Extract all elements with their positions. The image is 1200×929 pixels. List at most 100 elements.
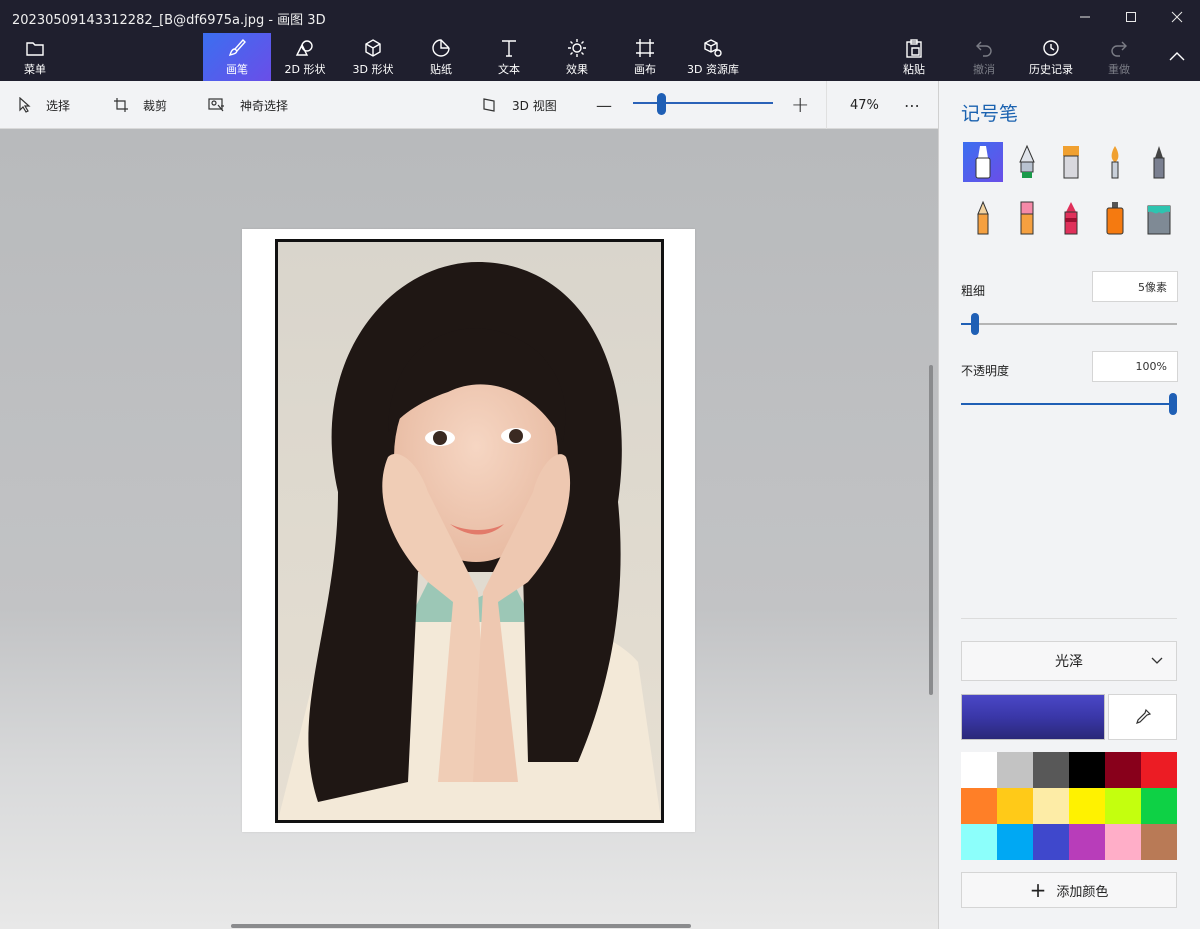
palette-color-swatch[interactable] xyxy=(1069,788,1105,824)
tool-stickers[interactable]: 贴纸 xyxy=(407,33,475,81)
color-palette xyxy=(961,752,1177,860)
add-color-label: 添加颜色 xyxy=(1056,884,1109,900)
tool-effects[interactable]: 效果 xyxy=(543,33,611,81)
palette-color-swatch[interactable] xyxy=(1105,788,1141,824)
brush-eraser[interactable] xyxy=(1007,198,1047,238)
3d-view-button[interactable]: 3D 视图 xyxy=(482,81,557,129)
tool-label: 效果 xyxy=(566,62,588,76)
3d-view-label: 3D 视图 xyxy=(512,98,557,113)
palette-color-swatch[interactable] xyxy=(1141,824,1177,860)
palette-color-swatch[interactable] xyxy=(997,824,1033,860)
thickness-slider-thumb[interactable] xyxy=(971,313,980,335)
canvas-area[interactable] xyxy=(0,129,938,929)
crop-button[interactable]: 裁剪 xyxy=(113,81,167,129)
select-button[interactable]: 选择 xyxy=(18,81,70,129)
spray-can-icon xyxy=(1106,202,1124,235)
thickness-input[interactable]: 5像素 xyxy=(1092,271,1178,302)
add-color-button[interactable]: + 添加颜色 xyxy=(961,872,1177,908)
palette-color-swatch[interactable] xyxy=(1069,824,1105,860)
redo-button[interactable]: 重做 xyxy=(1093,33,1145,81)
menu-button[interactable]: 菜单 xyxy=(8,33,62,81)
tool-text[interactable]: 文本 xyxy=(475,33,543,81)
opacity-slider-thumb[interactable] xyxy=(1169,393,1177,415)
opacity-input[interactable]: 100% xyxy=(1092,351,1178,382)
canvas-paper[interactable] xyxy=(242,229,695,832)
tool-label: 3D 形状 xyxy=(352,62,394,76)
paste-icon xyxy=(904,38,924,58)
pointer-icon xyxy=(19,97,31,113)
palette-color-swatch[interactable] xyxy=(1141,752,1177,788)
window-title: 20230509143312282_[B@df6975a.jpg - 画图 3D xyxy=(12,13,326,28)
canvas-icon xyxy=(635,38,655,58)
effects-icon xyxy=(567,38,587,58)
palette-color-swatch[interactable] xyxy=(961,752,997,788)
2d-shapes-icon xyxy=(295,38,315,58)
brush-watercolor[interactable] xyxy=(1095,142,1135,182)
tool-2d-shapes[interactable]: 2D 形状 xyxy=(271,33,339,81)
zoom-in-button[interactable]: + xyxy=(791,81,809,129)
zoom-slider[interactable] xyxy=(633,102,773,104)
thickness-slider-fill xyxy=(961,323,972,325)
palette-color-swatch[interactable] xyxy=(1033,824,1069,860)
zoom-out-button[interactable]: — xyxy=(596,81,612,129)
photo-frame xyxy=(275,239,664,823)
zoom-level[interactable]: 47% xyxy=(850,81,879,129)
close-button[interactable] xyxy=(1154,0,1200,34)
brush-pixel-pen[interactable] xyxy=(1139,142,1179,182)
pencil-icon xyxy=(977,200,989,235)
tool-label: 画笔 xyxy=(226,62,248,76)
undo-icon xyxy=(974,38,994,58)
palette-color-swatch[interactable] xyxy=(997,788,1033,824)
thickness-slider[interactable] xyxy=(961,323,1177,325)
brush-fill[interactable] xyxy=(1139,198,1179,238)
tool-3d-library[interactable]: 3D 资源库 xyxy=(679,33,747,81)
maximize-icon xyxy=(1126,12,1136,22)
marker-icon xyxy=(975,146,991,179)
brush-crayon[interactable] xyxy=(1051,198,1091,238)
maximize-button[interactable] xyxy=(1108,0,1154,34)
paste-button[interactable]: 粘贴 xyxy=(888,33,940,81)
palette-color-swatch[interactable] xyxy=(1033,788,1069,824)
brush-oil[interactable] xyxy=(1051,142,1091,182)
3d-library-icon xyxy=(703,38,723,58)
brush-calligraphy-pen[interactable] xyxy=(1007,142,1047,182)
history-label: 历史记录 xyxy=(1029,62,1073,76)
redo-label: 重做 xyxy=(1108,62,1130,76)
minimize-button[interactable] xyxy=(1062,0,1108,34)
calligraphy-pen-icon xyxy=(1019,144,1035,178)
select-label: 选择 xyxy=(46,98,71,113)
zoom-slider-thumb[interactable] xyxy=(657,93,666,115)
toolbar-divider xyxy=(826,81,827,129)
brush-panel: 记号笔 粗细 5像素 不透明度 100% 光泽 + 添加颜色 xyxy=(938,81,1200,929)
portrait-photo xyxy=(278,242,661,820)
chevron-down-icon xyxy=(1151,657,1163,664)
eyedropper-icon xyxy=(1135,708,1151,724)
top-bar: 20230509143312282_[B@df6975a.jpg - 画图 3D… xyxy=(0,0,1200,81)
undo-button[interactable]: 撤消 xyxy=(958,33,1010,81)
current-color-swatch[interactable] xyxy=(961,694,1105,740)
magic-select-button[interactable]: 神奇选择 xyxy=(208,81,288,129)
vertical-scrollbar[interactable] xyxy=(929,365,933,695)
collapse-ribbon-button[interactable] xyxy=(1155,33,1199,81)
palette-color-swatch[interactable] xyxy=(997,752,1033,788)
brush-pencil[interactable] xyxy=(963,198,1003,238)
brush-marker[interactable] xyxy=(963,142,1003,182)
palette-color-swatch[interactable] xyxy=(1105,752,1141,788)
palette-color-swatch[interactable] xyxy=(1105,824,1141,860)
undo-label: 撤消 xyxy=(973,62,995,76)
brush-spray-can[interactable] xyxy=(1095,198,1135,238)
more-options-button[interactable]: ⋯ xyxy=(904,81,920,129)
palette-color-swatch[interactable] xyxy=(961,788,997,824)
tool-brushes[interactable]: 画笔 xyxy=(203,33,271,81)
finish-dropdown[interactable]: 光泽 xyxy=(961,641,1177,681)
opacity-label: 不透明度 xyxy=(961,364,1010,378)
history-button[interactable]: 历史记录 xyxy=(1020,33,1082,81)
horizontal-scrollbar[interactable] xyxy=(231,924,691,928)
palette-color-swatch[interactable] xyxy=(1033,752,1069,788)
palette-color-swatch[interactable] xyxy=(1069,752,1105,788)
tool-canvas[interactable]: 画布 xyxy=(611,33,679,81)
tool-3d-shapes[interactable]: 3D 形状 xyxy=(339,33,407,81)
eyedropper-button[interactable] xyxy=(1108,694,1177,740)
palette-color-swatch[interactable] xyxy=(961,824,997,860)
palette-color-swatch[interactable] xyxy=(1141,788,1177,824)
